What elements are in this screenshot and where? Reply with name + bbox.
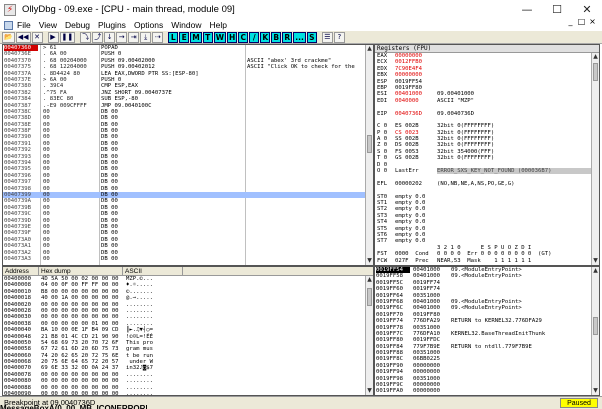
run-trace-button[interactable]: ... [293,31,306,43]
dump-header-address[interactable]: Address [3,267,39,275]
pause-icon[interactable]: ❚❚ [59,31,76,43]
stack-value: 00000000 [413,388,440,395]
mdi-close-button[interactable]: × [587,17,598,26]
toolbar: 📂 ◀◀ ✕ ▶ ❚❚ ⤵ ⤴ ↓ → ⇥ ⤓ ⇢ L E M T W H C … [0,31,602,44]
run-icon[interactable]: ▶ [47,31,59,43]
dump-header-hex[interactable]: Hex dump [39,267,123,275]
step-over-icon[interactable]: ⤴ [92,31,104,43]
instruction-address: 004073A3 [4,255,31,262]
register-rows: EAX 00000000 ECX 0012FFB0 EDX 7C90E4F4 EBX 0000… [375,53,599,264]
memory-dump-pane[interactable]: Address Hex dump ASCII 00400000 4D 5A 50 … [2,266,374,396]
registers-title[interactable]: Registers (FPU) [375,45,599,53]
dump-scrollbar[interactable]: ▲ ▼ [365,276,373,395]
disassembly-pane[interactable]: 00407360 > 61 POPAD 0040736E. 6A 00 PUSH 0 00… [2,44,374,266]
threads-window-button[interactable]: T [202,31,213,43]
dump-rows: 00400000 4D 5A 50 00 02 00 00 00 MZP.©... 0… [3,276,373,395]
go-to-address-icon[interactable]: ⤓ [140,31,152,43]
mdi-minimize-button[interactable]: _ [565,17,576,26]
breakpoints-button[interactable]: B [271,31,282,43]
stack-address: 0019FFA0 [376,388,403,395]
ollydbg-app-icon[interactable]: ⚡ [4,4,16,16]
list-icon[interactable]: ☰ [321,31,333,43]
handles-window-button[interactable]: H [226,31,238,43]
registers-pane[interactable]: Registers (FPU) EAX 00000000 ECX 0012FFB0 ED… [374,44,600,266]
dump-header: Address Hex dump ASCII [3,267,373,276]
log-window-button[interactable]: L [168,31,179,43]
execute-till-return-icon[interactable]: ⇥ [128,31,140,43]
dump-header-ascii[interactable]: ASCII [123,267,183,275]
modules-window-button[interactable]: E [179,31,190,43]
stack-scrollbar[interactable]: ▲ ▼ [591,267,599,395]
menu-plugins[interactable]: Plugins [98,20,126,29]
disassembly-scrollbar[interactable]: ▲ ▼ [365,45,373,265]
disassembly-rows: 00407360 > 61 POPAD 0040736E. 6A 00 PUSH 0 00… [3,45,373,262]
close-button[interactable]: ✕ [572,0,602,20]
call-stack-button[interactable]: K [260,31,271,43]
cpu-window-icon[interactable] [4,20,13,30]
maximize-button[interactable]: ☐ [542,0,572,20]
stack-row[interactable]: 0019FFA0 00000000 [375,388,599,394]
step-into-icon[interactable]: ⤵ [80,31,92,43]
title-bar: ⚡ OllyDbg - 09.exe - [CPU - main thread,… [0,0,602,20]
menu-debug[interactable]: Debug [65,20,90,29]
register-value: 027F Prec [395,257,429,264]
register-name: FCW [377,257,388,264]
register-row[interactable]: FCW 027F Prec NEAR,53 Mask 1 1 1 1 1 1 [375,258,599,264]
memory-window-button[interactable]: M [190,31,202,43]
references-button[interactable]: R [282,31,293,43]
window-title: OllyDbg - 09.exe - [CPU - main thread, m… [22,3,235,15]
stack-pane[interactable]: 0019FF54 00401000 09.<ModuleEntryPoint> 001… [374,266,600,396]
windows-window-button[interactable]: W [213,31,226,43]
command-line-input[interactable]: MessageBoxA(0, 00, MB_ICONERROR|... [0,405,200,409]
restart-icon[interactable]: ◀◀ [15,31,31,43]
menu-window[interactable]: Window [171,20,201,29]
stack-rows: 0019FF54 00401000 09.<ModuleEntryPoint> 001… [375,267,599,395]
disassembly-row[interactable]: 004073A3 00 DB 00 [3,256,373,262]
debug-state-badge: Paused [560,398,598,408]
open-file-icon[interactable]: 📂 [2,31,15,43]
source-button[interactable]: S [306,31,317,43]
register-comment: NEAR,53 Mask 1 1 1 1 1 1 [437,257,532,264]
patches-window-button[interactable]: / [249,31,260,43]
go-to-icon[interactable]: ⇢ [152,31,164,43]
menu-bar: File View Debug Plugins Options Window H… [0,17,602,31]
menu-options[interactable]: Options [134,20,163,29]
minimize-button[interactable]: — [512,0,542,20]
cpu-window-button[interactable]: C [238,31,249,43]
instruction-disassembly: DB 00 [101,255,118,262]
mdi-restore-button[interactable]: □ [576,17,587,26]
help-icon[interactable]: ? [333,31,345,43]
trace-into-icon[interactable]: ↓ [104,31,116,43]
menu-help[interactable]: Help [209,20,226,29]
registers-scrollbar[interactable]: ▲ ▼ [591,53,599,265]
menu-view[interactable]: View [39,20,57,29]
instruction-hex: 00 [43,255,50,262]
close-program-icon[interactable]: ✕ [31,31,43,43]
trace-over-icon[interactable]: → [116,31,128,43]
menu-file[interactable]: File [17,20,31,29]
